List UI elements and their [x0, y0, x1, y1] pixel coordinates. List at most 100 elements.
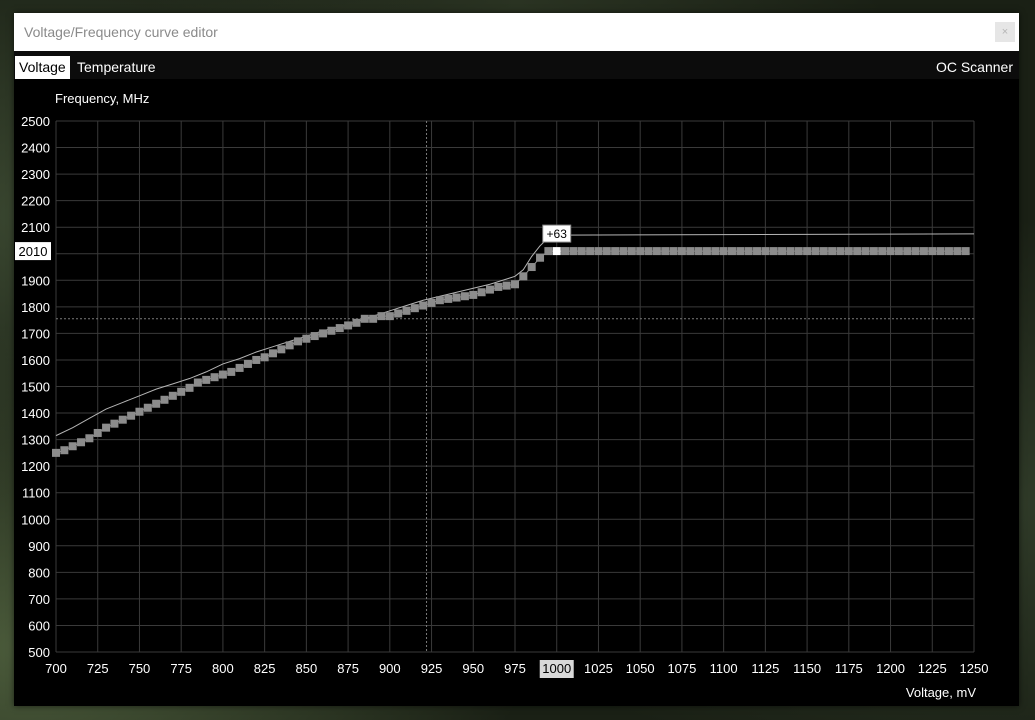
curve-point[interactable]	[243, 359, 252, 368]
curve-point[interactable]	[544, 247, 553, 256]
curve-point[interactable]	[210, 373, 219, 382]
curve-point[interactable]	[460, 292, 469, 301]
curve-point[interactable]	[719, 247, 728, 256]
curve-point[interactable]	[143, 403, 152, 412]
curve-point[interactable]	[644, 247, 653, 256]
curve-point[interactable]	[494, 282, 503, 291]
curve-point[interactable]	[477, 288, 486, 297]
curve-point[interactable]	[928, 247, 937, 256]
curve-point[interactable]	[335, 324, 344, 333]
curve-point[interactable]	[627, 247, 636, 256]
curve-point[interactable]	[594, 247, 603, 256]
curve-point[interactable]	[744, 247, 753, 256]
curve-point[interactable]	[569, 247, 578, 256]
curve-point[interactable]	[828, 247, 837, 256]
curve-point[interactable]	[52, 448, 60, 457]
curve-point[interactable]	[102, 423, 111, 432]
tab-temperature[interactable]: Temperature	[73, 56, 160, 79]
curve-point[interactable]	[844, 247, 853, 256]
curve-point[interactable]	[786, 247, 795, 256]
curve-point[interactable]	[469, 290, 478, 299]
curve-point[interactable]	[394, 309, 403, 318]
curve-point[interactable]	[953, 247, 962, 256]
curve-point[interactable]	[435, 296, 444, 305]
curve-point[interactable]	[344, 321, 353, 330]
curve-point[interactable]	[611, 247, 620, 256]
curve-point[interactable]	[444, 294, 453, 303]
curve-point[interactable]	[903, 247, 912, 256]
curve-point[interactable]	[819, 247, 828, 256]
curve-point[interactable]	[961, 247, 970, 256]
curve-point[interactable]	[602, 247, 611, 256]
curve-point[interactable]	[878, 247, 887, 256]
curve-point[interactable]	[260, 353, 269, 362]
curve-point[interactable]	[218, 370, 227, 379]
curve-point[interactable]	[527, 263, 536, 272]
curve-point[interactable]	[360, 314, 369, 323]
curve-point[interactable]	[794, 247, 803, 256]
curve-point[interactable]	[836, 247, 845, 256]
curve-point[interactable]	[702, 247, 711, 256]
curve-point[interactable]	[452, 293, 461, 302]
curve-point[interactable]	[769, 247, 778, 256]
curve-point[interactable]	[936, 247, 945, 256]
curve-point[interactable]	[778, 247, 787, 256]
curve-point[interactable]	[669, 247, 678, 256]
curve-point[interactable]	[252, 355, 261, 364]
curve-point[interactable]	[761, 247, 770, 256]
curve-point[interactable]	[536, 253, 545, 262]
curve-point[interactable]	[60, 446, 69, 455]
curve-point[interactable]	[619, 247, 628, 256]
curve-point[interactable]	[803, 247, 812, 256]
curve-point[interactable]	[410, 304, 419, 313]
title-bar[interactable]: Voltage/Frequency curve editor ×	[14, 13, 1019, 51]
curve-point[interactable]	[352, 318, 361, 327]
curve-point[interactable]	[152, 399, 161, 408]
curve-point[interactable]	[586, 247, 595, 256]
curve-point[interactable]	[636, 247, 645, 256]
curve-point[interactable]	[118, 415, 127, 424]
curve-point[interactable]	[944, 247, 953, 256]
curve-point[interactable]	[77, 438, 86, 447]
curve-point[interactable]	[419, 301, 428, 310]
curve-point[interactable]	[402, 306, 411, 315]
oc-scanner-button[interactable]: OC Scanner	[936, 56, 1013, 79]
selected-curve-point[interactable]	[552, 247, 561, 256]
curve-point[interactable]	[85, 434, 94, 443]
curve-point[interactable]	[427, 298, 436, 307]
curve-point[interactable]	[310, 332, 319, 341]
curve-point[interactable]	[277, 345, 286, 354]
curve-point[interactable]	[385, 312, 394, 321]
curve-point[interactable]	[736, 247, 745, 256]
curve-point[interactable]	[319, 329, 328, 338]
curve-point[interactable]	[511, 280, 519, 289]
curve-point[interactable]	[135, 407, 144, 416]
curve-point[interactable]	[686, 247, 695, 256]
curve-point[interactable]	[911, 247, 920, 256]
curve-point[interactable]	[561, 247, 570, 256]
curve-point[interactable]	[177, 387, 186, 396]
curve-point[interactable]	[886, 247, 895, 256]
curve-point[interactable]	[869, 247, 878, 256]
vf-curve-plot[interactable]: Frequency, MHz 500 600 700 800 900 1000 1100 120…	[14, 79, 1019, 706]
curve-point[interactable]	[577, 247, 586, 256]
curve-point[interactable]	[68, 442, 77, 451]
curve-point[interactable]	[894, 247, 903, 256]
curve-point[interactable]	[711, 247, 720, 256]
vf-chart[interactable]: Frequency, MHz 500 600 700 800 900 1000 1100 120…	[14, 79, 1019, 706]
curve-point[interactable]	[202, 375, 211, 384]
curve-point[interactable]	[110, 419, 119, 428]
curve-point[interactable]	[193, 378, 202, 387]
close-button[interactable]: ×	[995, 22, 1015, 42]
curve-point[interactable]	[727, 247, 736, 256]
curve-point[interactable]	[919, 247, 928, 256]
curve-point[interactable]	[235, 363, 244, 372]
curve-point[interactable]	[694, 247, 703, 256]
curve-point[interactable]	[853, 247, 862, 256]
tab-voltage[interactable]: Voltage	[15, 56, 70, 79]
curve-point[interactable]	[168, 391, 177, 400]
curve-point[interactable]	[294, 337, 303, 346]
curve-point[interactable]	[661, 247, 670, 256]
curve-point[interactable]	[811, 247, 820, 256]
curve-point[interactable]	[93, 428, 102, 437]
